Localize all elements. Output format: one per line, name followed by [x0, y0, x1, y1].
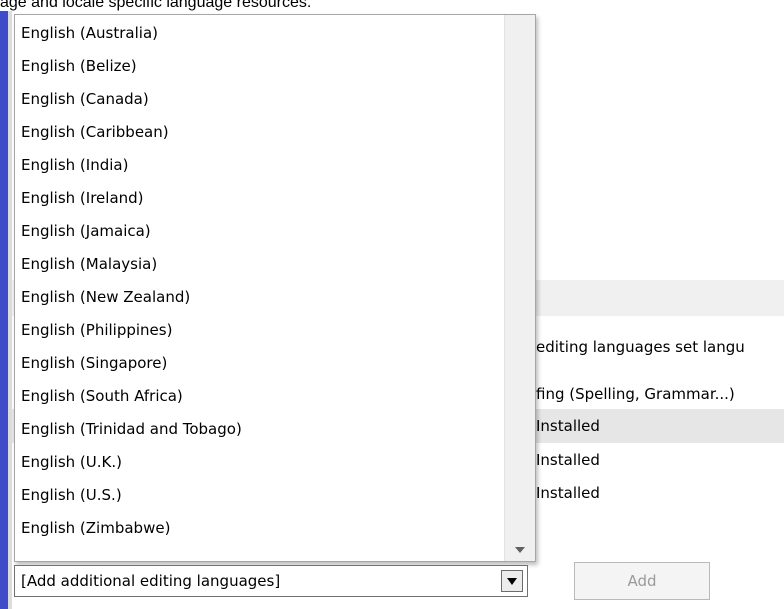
combobox-value: [Add additional editing languages] [21, 572, 281, 590]
list-item[interactable]: English (Malaysia) [21, 248, 157, 281]
list-item[interactable]: English (Singapore) [21, 347, 167, 380]
list-item[interactable]: English (Ireland) [21, 182, 144, 215]
list-item[interactable]: English (New Zealand) [21, 281, 190, 314]
language-dropdown-list[interactable]: English (Australia) English (Belize) Eng… [14, 14, 536, 562]
status-installed-3: Installed [536, 484, 600, 502]
list-item[interactable]: English (Jamaica) [21, 215, 151, 248]
column-header-proofing: fing (Spelling, Grammar...) [536, 385, 735, 403]
add-button-label: Add [627, 572, 657, 590]
status-installed-2: Installed [536, 451, 600, 469]
list-item[interactable]: English (U.K.) [21, 446, 122, 479]
list-item[interactable]: English (U.S.) [21, 479, 122, 512]
add-button[interactable]: Add [574, 562, 710, 600]
dropdown-scrollbar[interactable] [504, 15, 535, 561]
list-item[interactable]: English (Canada) [21, 83, 149, 116]
list-item[interactable]: English (Philippines) [21, 314, 172, 347]
list-item[interactable]: English (Caribbean) [21, 116, 169, 149]
column-header-editing-languages: editing languages set langu [536, 338, 745, 356]
window-left-border [0, 11, 8, 609]
status-installed-1: Installed [536, 417, 600, 435]
list-item[interactable]: English (South Africa) [21, 380, 183, 413]
chevron-down-icon[interactable] [501, 570, 523, 592]
list-item[interactable]: English (Trinidad and Tobago) [21, 413, 242, 446]
list-item[interactable]: English (India) [21, 149, 128, 182]
list-item[interactable]: English (Belize) [21, 50, 137, 83]
list-item[interactable]: English (Australia) [21, 17, 158, 50]
dropdown-items: English (Australia) English (Belize) Eng… [15, 15, 505, 561]
list-item[interactable]: English (Zimbabwe) [21, 512, 170, 545]
scroll-down-icon[interactable] [515, 547, 525, 553]
editing-language-combobox[interactable]: [Add additional editing languages] [14, 565, 528, 597]
